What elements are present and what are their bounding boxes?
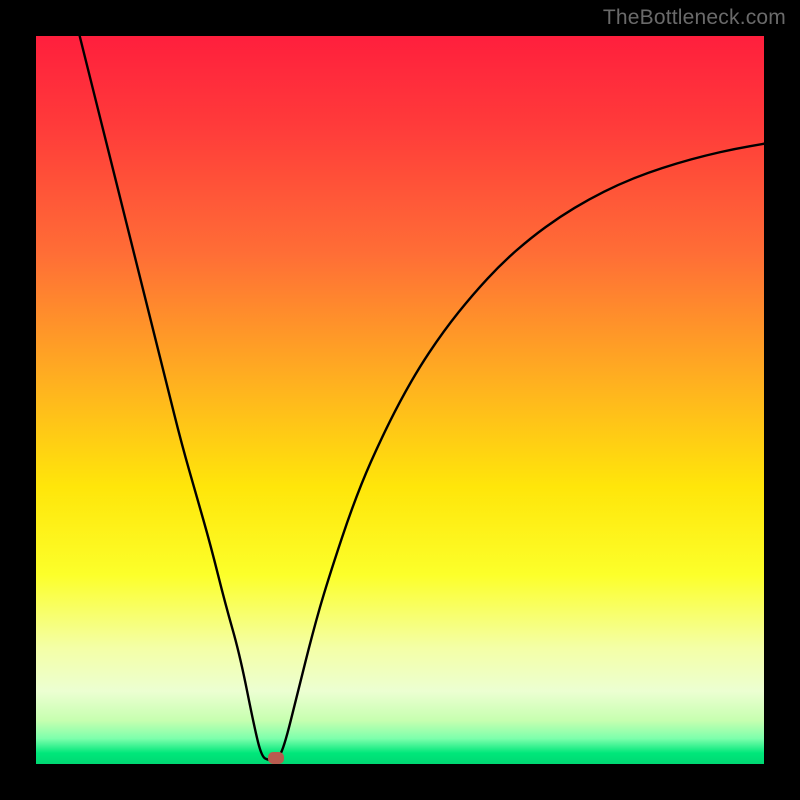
bottleneck-curve <box>80 36 764 760</box>
chart-frame: TheBottleneck.com <box>0 0 800 800</box>
curve-layer <box>36 36 764 764</box>
optimal-marker <box>268 752 284 764</box>
watermark-text: TheBottleneck.com <box>603 6 786 30</box>
plot-area <box>36 36 764 764</box>
